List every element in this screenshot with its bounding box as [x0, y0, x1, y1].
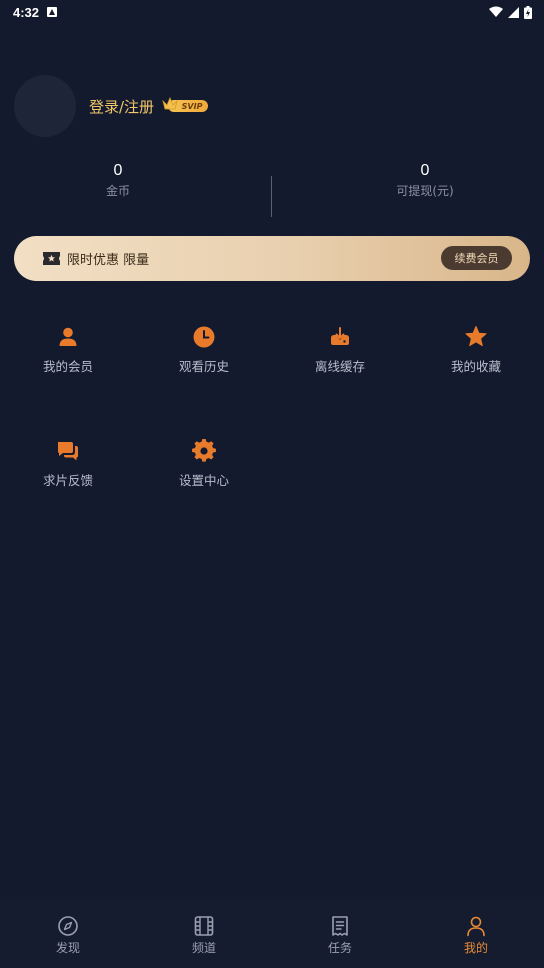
grid-label: 我的会员 [42, 359, 93, 374]
grid-item-membership[interactable]: 我的会员 [13, 325, 123, 375]
bottom-nav: 发现 频道 任务 我的 [0, 900, 544, 968]
nav-label: 发现 [55, 941, 80, 955]
grid-item-feedback[interactable]: 求片反馈 [13, 439, 123, 489]
cash-label: 可提现(元) [396, 184, 454, 198]
nav-channels[interactable]: 频道 [136, 900, 272, 968]
avatar[interactable] [14, 75, 76, 137]
gear-icon [192, 439, 216, 462]
grid-label: 离线缓存 [314, 359, 365, 374]
grid-item-favorites[interactable]: 我的收藏 [421, 325, 531, 375]
grid-item-settings[interactable]: 设置中心 [149, 439, 259, 489]
notification-icon [47, 7, 58, 17]
grid-label: 观看历史 [178, 359, 229, 374]
promo-text: 限时优惠 限量 [67, 253, 150, 268]
nav-label: 我的 [463, 941, 488, 955]
nav-discover[interactable]: 发现 [0, 900, 136, 968]
nav-tasks[interactable]: 任务 [272, 900, 408, 968]
gold-stat[interactable]: 0 金币 [68, 160, 168, 199]
nav-label: 频道 [191, 941, 216, 955]
battery-icon [524, 5, 532, 19]
person-icon [59, 327, 77, 346]
star-icon [465, 326, 487, 347]
grid-label: 设置中心 [178, 473, 229, 488]
nav-mine[interactable]: 我的 [408, 900, 544, 968]
gold-value: 0 [113, 162, 123, 179]
film-icon [194, 916, 214, 936]
grid-label: 我的收藏 [450, 359, 501, 374]
profile-header[interactable]: 登录/注册 SVIP [14, 75, 209, 137]
status-time: 4:32 [13, 4, 40, 20]
grid-item-offline-cache[interactable]: 离线缓存 [285, 325, 395, 375]
svip-badge: SVIP [162, 97, 209, 114]
gold-label: 金币 [105, 184, 130, 198]
chat-icon [58, 442, 78, 461]
status-bar: 4:32 [0, 0, 544, 24]
stats-divider [271, 176, 272, 217]
clock-icon [193, 326, 215, 348]
compass-icon [58, 916, 78, 936]
user-icon [467, 916, 485, 937]
ticket-icon [43, 252, 60, 265]
signal-icon [508, 6, 519, 18]
grid-item-history[interactable]: 观看历史 [149, 325, 259, 375]
svip-label: SVIP [181, 101, 203, 111]
cash-value: 0 [420, 162, 430, 179]
task-icon [332, 916, 348, 936]
crown-icon [162, 97, 178, 110]
stats-row: 0 金币 0 可提现(元) [0, 160, 544, 220]
nav-label: 任务 [327, 941, 352, 955]
promo-banner[interactable]: 限时优惠 限量 续费会员 [14, 236, 530, 281]
grid-label: 求片反馈 [42, 473, 93, 488]
login-register-link[interactable]: 登录/注册 [89, 96, 154, 117]
download-icon [331, 327, 349, 345]
wifi-icon [489, 6, 503, 17]
renew-membership-button[interactable]: 续费会员 [441, 246, 512, 270]
cash-stat[interactable]: 0 可提现(元) [370, 160, 480, 199]
